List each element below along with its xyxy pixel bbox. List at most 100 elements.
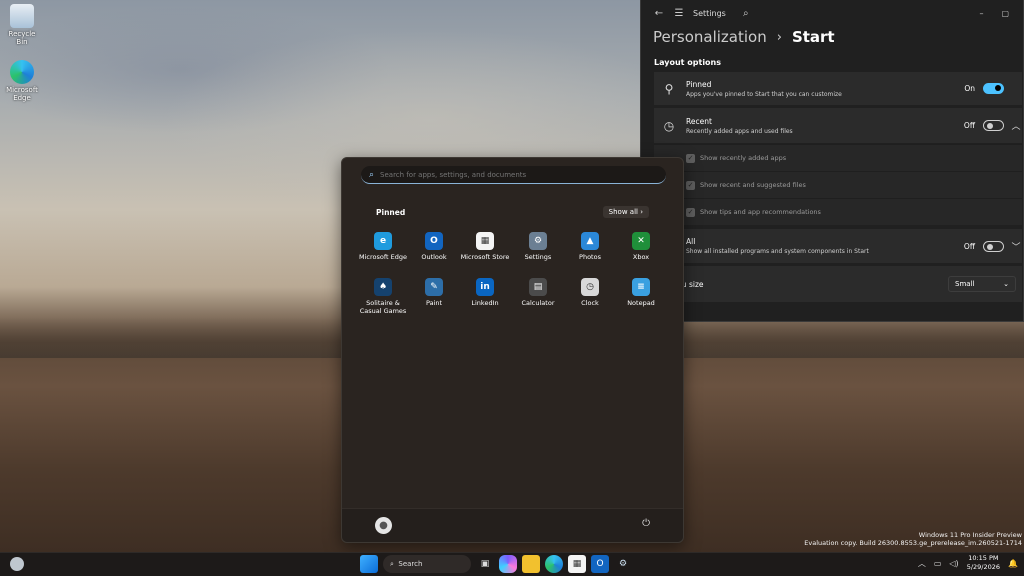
show-all-label: Show all bbox=[608, 208, 638, 216]
clock[interactable]: 10:15 PM 5/29/2026 bbox=[967, 554, 1000, 572]
breadcrumb-separator: › bbox=[776, 29, 782, 45]
taskbar-center: ⌕ Search ▣ ▦ O ⚙ bbox=[360, 555, 632, 573]
setting-title: Pinned bbox=[686, 79, 712, 89]
copilot-icon[interactable] bbox=[499, 555, 517, 573]
app-icon: ⚙ bbox=[529, 232, 547, 250]
chevron-up-icon[interactable]: ︿ bbox=[918, 558, 926, 569]
app-icon: O bbox=[425, 232, 443, 250]
app-label: Notepad bbox=[627, 299, 655, 307]
recent-setting-card[interactable]: ◷ Recent Recently added apps and used fi… bbox=[654, 108, 1022, 143]
pinned-app-2[interactable]: ▦ Microsoft Store bbox=[458, 232, 512, 261]
start-search-input[interactable] bbox=[380, 170, 641, 179]
volume-icon[interactable]: ◁) bbox=[949, 559, 958, 568]
hamburger-menu-icon[interactable]: ☰ bbox=[669, 8, 689, 19]
pinned-app-7[interactable]: ✎ Paint bbox=[407, 278, 461, 307]
dropdown-value: Small bbox=[955, 280, 975, 288]
toggle-state-label: On bbox=[964, 84, 975, 93]
window-title: Settings bbox=[693, 8, 726, 18]
app-label: Settings bbox=[524, 253, 552, 261]
clock-time: 10:15 PM bbox=[968, 554, 999, 562]
show-all-button[interactable]: Show all › bbox=[602, 206, 649, 218]
breadcrumb-parent[interactable]: Personalization bbox=[653, 28, 767, 46]
pinned-toggle[interactable] bbox=[983, 83, 1004, 94]
start-search-box[interactable]: ⌕ bbox=[361, 166, 666, 184]
network-icon[interactable]: ▭ bbox=[934, 559, 942, 568]
pinned-header: Pinned bbox=[376, 208, 406, 217]
pinned-app-0[interactable]: e Microsoft Edge bbox=[356, 232, 410, 261]
search-icon: ⌕ bbox=[369, 169, 375, 180]
notification-bell-icon[interactable]: 🔔 bbox=[1008, 559, 1018, 568]
app-label: Calculator bbox=[521, 299, 555, 307]
weather-icon[interactable] bbox=[10, 557, 24, 571]
pin-icon: ⚲ bbox=[664, 81, 674, 96]
start-menu: ⌕ Pinned Show all › e Microsoft Edge O Outl… bbox=[341, 157, 684, 543]
pinned-app-5[interactable]: ✕ Xbox bbox=[614, 232, 668, 261]
page-title: Start bbox=[791, 28, 835, 46]
windows-start-icon[interactable] bbox=[360, 555, 378, 573]
user-avatar-icon[interactable]: ● bbox=[375, 517, 392, 534]
chevron-up-icon[interactable]: ︿ bbox=[1010, 119, 1022, 132]
recent-toggle[interactable] bbox=[983, 120, 1004, 131]
pinned-app-3[interactable]: ⚙ Settings bbox=[511, 232, 565, 261]
recent-option-row: ✓ Show recent and suggested files bbox=[654, 171, 1022, 198]
store-icon[interactable]: ▦ bbox=[568, 555, 586, 573]
settings-window: ← ☰ Settings ⌕ – ▢ Personalization › Sta… bbox=[640, 0, 1024, 322]
app-icon: in bbox=[476, 278, 494, 296]
watermark-line: Evaluation copy. Build 26300.8553.ge_pre… bbox=[804, 539, 1022, 547]
app-icon: ✕ bbox=[632, 232, 650, 250]
desktop-icons: Recycle Bin Microsoft Edge bbox=[2, 4, 42, 116]
settings-icon[interactable]: ⚙ bbox=[614, 555, 632, 573]
checkbox-disabled: ✓ bbox=[686, 153, 695, 163]
menu-size-dropdown[interactable]: Small ⌄ bbox=[948, 276, 1016, 292]
outlook-icon[interactable]: O bbox=[591, 555, 609, 573]
chevron-down-icon[interactable]: ﹀ bbox=[1010, 240, 1022, 253]
search-icon: ⌕ bbox=[390, 559, 399, 568]
checkbox-disabled: ✓ bbox=[686, 207, 695, 217]
checkbox-disabled: ✓ bbox=[686, 180, 695, 190]
back-arrow-icon[interactable]: ← bbox=[649, 8, 669, 19]
toggle-state-label: Off bbox=[963, 121, 975, 130]
pinned-app-1[interactable]: O Outlook bbox=[407, 232, 461, 261]
pinned-app-10[interactable]: ◷ Clock bbox=[563, 278, 617, 307]
recent-option-row: ✓ Show tips and app recommendations bbox=[654, 198, 1022, 225]
app-icon: e bbox=[374, 232, 392, 250]
desktop-icon-edge[interactable]: Microsoft Edge bbox=[2, 60, 42, 112]
app-label: Microsoft Store bbox=[460, 253, 510, 261]
search-icon[interactable]: ⌕ bbox=[736, 8, 756, 19]
pinned-app-6[interactable]: ♠ Solitaire & Casual Games bbox=[356, 278, 410, 315]
all-setting-card[interactable]: All Show all installed programs and syst… bbox=[654, 229, 1022, 263]
desktop-icon-label: Recycle Bin bbox=[8, 30, 36, 46]
minimize-icon[interactable]: – bbox=[979, 9, 983, 18]
pinned-app-9[interactable]: ▤ Calculator bbox=[511, 278, 565, 307]
power-icon[interactable]: ⏻ bbox=[642, 518, 650, 529]
setting-title: Menu size bbox=[666, 279, 704, 289]
desktop-icon-label: Microsoft Edge bbox=[6, 86, 38, 102]
desktop-icon-recycle-bin[interactable]: Recycle Bin bbox=[2, 4, 42, 56]
file-explorer-icon[interactable] bbox=[522, 555, 540, 573]
pinned-app-8[interactable]: in LinkedIn bbox=[458, 278, 512, 307]
app-icon: ✎ bbox=[425, 278, 443, 296]
maximize-icon[interactable]: ▢ bbox=[1001, 9, 1009, 18]
app-label: Microsoft Edge bbox=[358, 253, 407, 261]
breadcrumb: Personalization › Start bbox=[641, 26, 1023, 48]
taskbar-search[interactable]: ⌕ Search bbox=[383, 555, 471, 573]
edge-icon[interactable] bbox=[545, 555, 563, 573]
app-label: Xbox bbox=[632, 253, 650, 261]
pinned-app-4[interactable]: ▲ Photos bbox=[563, 232, 617, 261]
app-label: Outlook bbox=[421, 253, 447, 261]
edge-icon bbox=[10, 60, 34, 84]
app-label: Paint bbox=[425, 299, 443, 307]
start-footer: ● ⏻ bbox=[342, 508, 683, 542]
all-toggle[interactable] bbox=[983, 240, 1004, 252]
evaluation-watermark: Windows 11 Pro Insider Preview Evaluatio… bbox=[804, 531, 1022, 547]
watermark-line: Windows 11 Pro Insider Preview bbox=[918, 531, 1022, 539]
app-label: Clock bbox=[581, 299, 599, 307]
clock-icon: ◷ bbox=[663, 118, 675, 133]
section-title: Layout options bbox=[654, 58, 722, 67]
task-view-icon[interactable]: ▣ bbox=[476, 555, 494, 573]
setting-title: All bbox=[686, 237, 696, 246]
clock-date: 5/29/2026 bbox=[966, 563, 1001, 571]
setting-description: Show all installed programs and system c… bbox=[686, 248, 869, 255]
setting-description: Recently added apps and used files bbox=[686, 127, 793, 135]
pinned-app-11[interactable]: ≡ Notepad bbox=[614, 278, 668, 307]
